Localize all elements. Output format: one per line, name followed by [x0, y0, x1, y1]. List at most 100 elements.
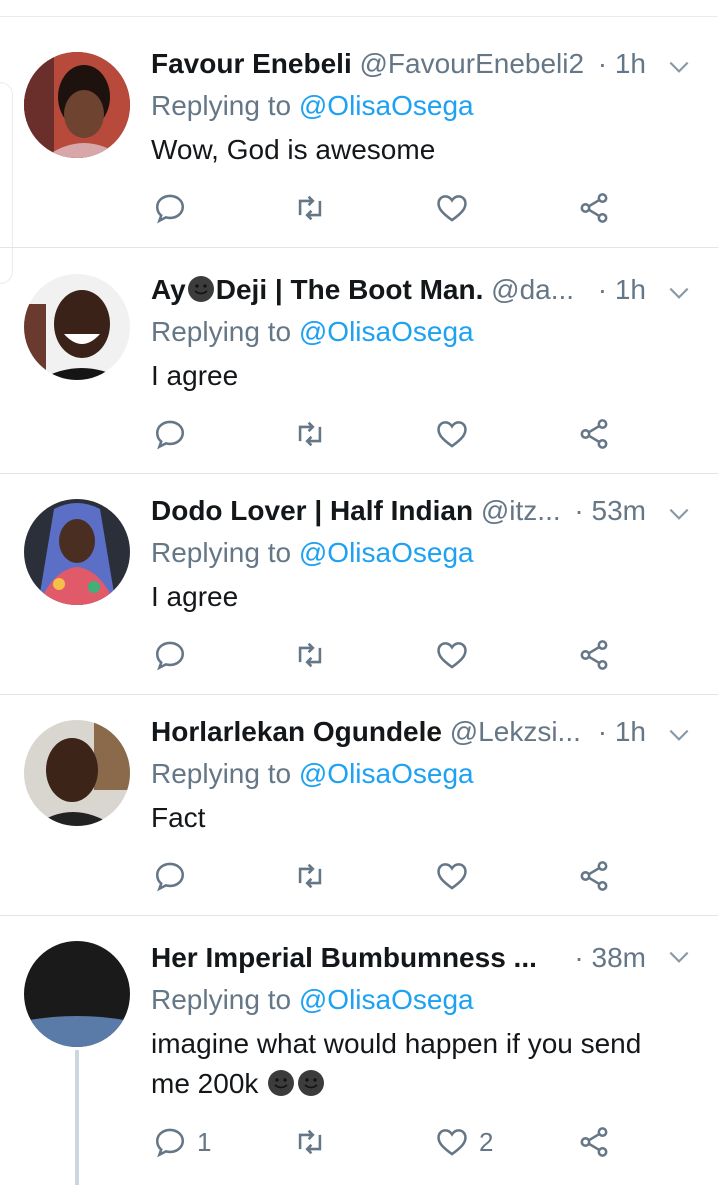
like-count: 2	[479, 1126, 494, 1157]
like-button[interactable]	[435, 188, 479, 228]
reply-icon	[155, 862, 185, 892]
retweet-icon	[298, 642, 322, 668]
top-divider	[0, 16, 718, 17]
user-handle[interactable]: @Lekzsi...	[450, 716, 581, 747]
reply-button[interactable]: 1	[153, 1122, 211, 1162]
tweet-time[interactable]: · 38m	[574, 942, 646, 974]
tweet-actions: 1 2	[151, 1122, 631, 1162]
avatar[interactable]	[24, 720, 130, 826]
replying-label: Replying to	[151, 537, 299, 568]
replying-label: Replying to	[151, 90, 299, 121]
tweet-text-line-1: imagine what would happen if you send	[151, 1028, 642, 1059]
retweet-icon	[298, 1129, 322, 1155]
share-button[interactable]	[577, 635, 611, 675]
tweet-divider	[0, 473, 718, 474]
share-icon	[580, 419, 608, 449]
tweet-divider	[0, 915, 718, 916]
avatar[interactable]	[24, 52, 130, 158]
user-handle[interactable]: @itz...	[481, 495, 561, 526]
share-button[interactable]	[577, 188, 611, 228]
retweet-button[interactable]	[293, 635, 327, 675]
reply-button[interactable]	[153, 188, 197, 228]
retweet-button[interactable]	[293, 1122, 327, 1162]
tweet-text: I agree	[151, 360, 239, 391]
share-icon	[580, 193, 608, 223]
retweet-button[interactable]	[293, 188, 327, 228]
share-icon	[580, 861, 608, 891]
tweet-divider	[0, 694, 718, 695]
user-name[interactable]: Her Imperial Bumbumness ...	[151, 942, 537, 973]
share-button[interactable]	[577, 414, 611, 454]
like-button[interactable]	[435, 635, 479, 675]
chevron-down-icon[interactable]	[666, 501, 692, 527]
like-button[interactable]	[435, 414, 479, 454]
tweet-actions	[151, 635, 631, 675]
avatar[interactable]	[24, 941, 130, 1047]
replying-to: Replying to @OlisaOsega	[151, 316, 474, 348]
thread-connector	[75, 1050, 79, 1185]
heart-icon	[437, 863, 467, 890]
mention-link[interactable]: @OlisaOsega	[299, 90, 474, 121]
user-handle[interactable]: @FavourEnebeli2	[360, 48, 585, 79]
retweet-icon	[298, 195, 322, 221]
mention-link[interactable]: @OlisaOsega	[299, 984, 474, 1015]
retweet-button[interactable]	[293, 856, 327, 896]
reply-icon	[155, 420, 185, 450]
mention-link[interactable]: @OlisaOsega	[299, 537, 474, 568]
replying-label: Replying to	[151, 758, 299, 789]
like-button[interactable]	[435, 856, 479, 896]
reply-icon	[155, 1128, 185, 1158]
reply-button[interactable]	[153, 414, 197, 454]
tweet-text: Fact	[151, 802, 206, 833]
tweet-text-line-2-text: me 200k	[151, 1068, 259, 1099]
share-button[interactable]	[577, 856, 611, 896]
tweet-time[interactable]: · 1h	[598, 48, 646, 80]
reply-button[interactable]	[153, 856, 197, 896]
share-button[interactable]	[577, 1122, 611, 1162]
user-name[interactable]: Horlarlekan Ogundele	[151, 716, 442, 747]
user-name[interactable]: Ay Deji | The Boot Man.	[151, 274, 483, 305]
tweet-time[interactable]: · 53m	[574, 495, 646, 527]
replying-to: Replying to @OlisaOsega	[151, 90, 474, 122]
heart-icon	[437, 195, 467, 222]
heart-icon	[437, 1129, 467, 1156]
smiling-face-icon	[268, 1070, 295, 1096]
chevron-down-icon[interactable]	[666, 722, 692, 748]
replying-to: Replying to @OlisaOsega	[151, 758, 474, 790]
replying-label: Replying to	[151, 316, 299, 347]
reply-icon	[155, 194, 185, 224]
share-icon	[580, 640, 608, 670]
chevron-down-icon[interactable]	[666, 280, 692, 306]
chevron-down-icon[interactable]	[666, 944, 692, 970]
replying-to: Replying to @OlisaOsega	[151, 537, 474, 569]
mention-link[interactable]: @OlisaOsega	[299, 758, 474, 789]
user-handle[interactable]: @da...	[491, 274, 574, 305]
tweet-actions	[151, 188, 631, 228]
tweet-text: Wow, God is awesome	[151, 134, 436, 165]
tweet-time[interactable]: · 1h	[598, 274, 646, 306]
side-panel-edge	[0, 82, 13, 284]
replying-to: Replying to @OlisaOsega	[151, 984, 474, 1016]
chevron-down-icon[interactable]	[666, 54, 692, 80]
retweet-icon	[298, 863, 322, 889]
mention-link[interactable]: @OlisaOsega	[299, 316, 474, 347]
tweet-text: I agree	[151, 581, 239, 612]
user-name[interactable]: Favour Enebeli	[151, 48, 352, 79]
like-button[interactable]: 2	[435, 1122, 493, 1162]
reply-button[interactable]	[153, 635, 197, 675]
smiling-face-icon	[187, 276, 214, 302]
avatar[interactable]	[24, 499, 130, 605]
avatar[interactable]	[24, 274, 130, 380]
name-part-1: Ay	[151, 274, 186, 305]
share-icon	[580, 1127, 608, 1157]
tweet-time[interactable]: · 1h	[598, 716, 646, 748]
name-part-2: Deji | The Boot Man.	[215, 274, 484, 305]
reply-count: 1	[197, 1126, 212, 1157]
replying-label: Replying to	[151, 984, 299, 1015]
tweet-divider	[0, 247, 718, 248]
heart-icon	[437, 421, 467, 448]
tweet-text-line-2: me 200k	[151, 1064, 688, 1104]
reply-icon	[155, 641, 185, 671]
retweet-button[interactable]	[293, 414, 327, 454]
user-name[interactable]: Dodo Lover | Half Indian	[151, 495, 473, 526]
